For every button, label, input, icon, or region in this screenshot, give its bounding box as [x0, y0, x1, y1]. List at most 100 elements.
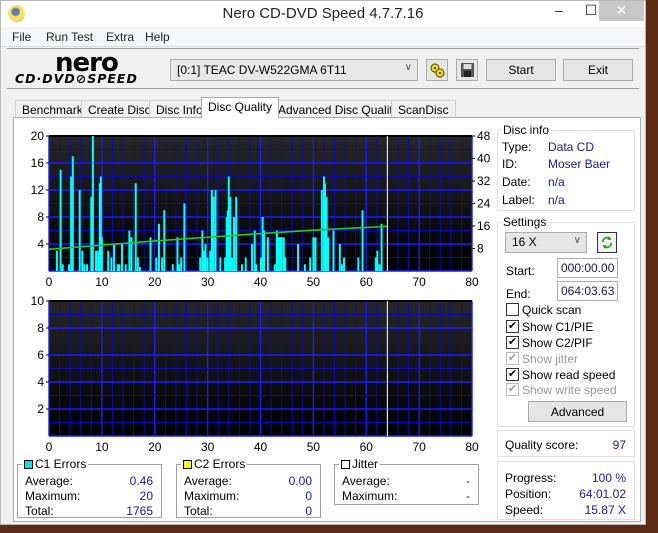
label-value: n/a	[548, 193, 565, 207]
chevron-down-icon: ∨	[404, 62, 412, 73]
c1-error-bar	[314, 237, 317, 271]
y-tick-label: 20	[31, 129, 45, 143]
speed-select[interactable]: 16 X ∨	[505, 232, 587, 253]
drive-select[interactable]: [0:1] TEAC DV-W522GMA 6T11 ∨	[170, 59, 418, 81]
c1-error-bar	[155, 257, 158, 271]
c1-error-bar	[214, 190, 217, 271]
show-c2-checkbox[interactable]: ✔	[506, 336, 519, 349]
start-label: Start:	[506, 264, 535, 278]
drive-properties-icon	[430, 63, 445, 78]
c1-total-label: Total:	[25, 504, 54, 518]
x-tick-label: 20	[148, 440, 162, 453]
jitter-group: Jitter Average: - Maximum: -	[334, 457, 479, 505]
c1-color-swatch	[24, 460, 33, 469]
date-value: n/a	[548, 175, 565, 189]
id-label: ID:	[502, 157, 518, 171]
progress-label: Progress:	[505, 471, 557, 485]
x-tick-label: 70	[412, 440, 426, 453]
drive-properties-button[interactable]	[426, 59, 448, 81]
show-c2-label: Show C2/PIF	[522, 336, 593, 350]
y-tick-label: 12	[31, 183, 45, 197]
x-tick-label: 30	[201, 275, 215, 288]
refresh-button[interactable]	[597, 232, 617, 253]
show-jitter-label: Show jitter	[522, 352, 579, 366]
c1-error-bar	[266, 237, 269, 271]
c2-average-label: Average:	[184, 474, 232, 488]
nero-logo: nero CD·DVD⊘SPEED	[15, 48, 163, 88]
c1-error-bar	[343, 257, 346, 271]
close-button[interactable]: ✕	[599, 1, 644, 21]
jitter-average-value: -	[466, 474, 470, 488]
app-window: Nero CD-DVD Speed 4.7.7.16 – ☐ ✕ File Ru…	[0, 0, 646, 525]
y2-tick-label: 40	[477, 152, 491, 166]
position-label: Position:	[505, 487, 552, 501]
c1-error-bar	[297, 244, 300, 271]
c1-error-bar	[240, 264, 243, 271]
tab-disc-quality[interactable]: Disc Quality	[201, 97, 280, 118]
c1-error-bar	[327, 237, 330, 271]
end-field[interactable]: 064:03.63	[557, 281, 618, 301]
save-button[interactable]	[456, 59, 478, 81]
jitter-color-swatch	[341, 460, 350, 469]
c1-errors-title: C1 Errors	[22, 457, 89, 471]
c1-error-bar	[71, 156, 74, 271]
y-tick-label: 16	[31, 156, 45, 170]
label-label: Label:	[502, 193, 535, 207]
x-tick-label: 60	[360, 440, 374, 453]
c1-error-bar	[149, 237, 152, 271]
progress-group: Progress: 100 % Position: 64:01.02 Speed…	[497, 461, 635, 520]
c2-total-label: Total:	[184, 504, 213, 518]
jitter-title-text: Jitter	[352, 457, 379, 471]
c1-error-bar	[332, 230, 335, 271]
quick-scan-checkbox[interactable]	[506, 303, 519, 316]
c1-error-bar	[338, 244, 341, 271]
minimize-button[interactable]: –	[545, 1, 573, 21]
c1-error-bar	[86, 264, 89, 271]
y-tick-label: 8	[37, 321, 44, 335]
c1-error-bar	[340, 264, 343, 271]
exit-button[interactable]: Exit	[563, 59, 633, 81]
title-bar: Nero CD-DVD Speed 4.7.7.16 – ☐ ✕	[1, 1, 645, 27]
c2-maximum-value: 0	[305, 489, 312, 503]
x-tick-label: 70	[412, 275, 426, 288]
tab-create-disc[interactable]: Create Disc	[81, 100, 158, 118]
quality-score-value: 97	[612, 438, 626, 452]
x-tick-label: 50	[307, 440, 321, 453]
show-c1-label: Show C1/PIE	[522, 320, 594, 334]
show-read-speed-checkbox[interactable]: ✔	[506, 368, 519, 381]
y-tick-label: 6	[37, 348, 44, 362]
settings-title: Settings	[501, 215, 549, 229]
c2-maximum-label: Maximum:	[184, 489, 240, 503]
advanced-button[interactable]: Advanced	[528, 401, 627, 422]
show-c1-checkbox[interactable]: ✔	[506, 320, 519, 333]
save-icon	[461, 63, 474, 77]
c1-total-value: 1765	[126, 504, 153, 518]
menu-file[interactable]: File	[12, 30, 31, 44]
start-button[interactable]: Start	[486, 59, 556, 81]
c1-error-bar	[124, 264, 127, 271]
c2-color-swatch	[183, 460, 192, 469]
tab-scandisc[interactable]: ScanDisc	[391, 100, 456, 118]
c1-error-bar	[235, 196, 238, 271]
start-field[interactable]: 000:00.00	[557, 258, 618, 278]
x-tick-label: 20	[148, 275, 162, 288]
menu-run-test[interactable]: Run Test	[46, 30, 93, 44]
position-value: 64:01.02	[579, 487, 626, 501]
c1-error-bar	[157, 223, 160, 271]
c1-error-bar	[204, 244, 207, 271]
refresh-icon	[602, 236, 612, 249]
c1-error-bar	[255, 264, 258, 271]
id-value: Moser Baer	[548, 157, 611, 171]
c1-error-bar	[284, 257, 287, 271]
c1-error-bar	[357, 257, 360, 271]
tab-advanced-disc-quality[interactable]: Advanced Disc Quality	[271, 100, 406, 118]
c2-chart: 0 10 20 30 40 50 60 70 80 2 4 6 8 10	[31, 294, 479, 453]
tab-benchmark[interactable]: Benchmark	[15, 100, 90, 118]
c1-error-bar	[219, 257, 222, 271]
quick-scan-label: Quick scan	[522, 303, 582, 317]
menu-extra[interactable]: Extra	[106, 30, 134, 44]
show-write-speed-label: Show write speed	[522, 383, 617, 397]
c1-error-bar	[378, 264, 381, 271]
c1-errors-group: C1 Errors Average: 0.46 Maximum: 20 Tota…	[17, 457, 162, 518]
menu-help[interactable]: Help	[145, 30, 170, 44]
